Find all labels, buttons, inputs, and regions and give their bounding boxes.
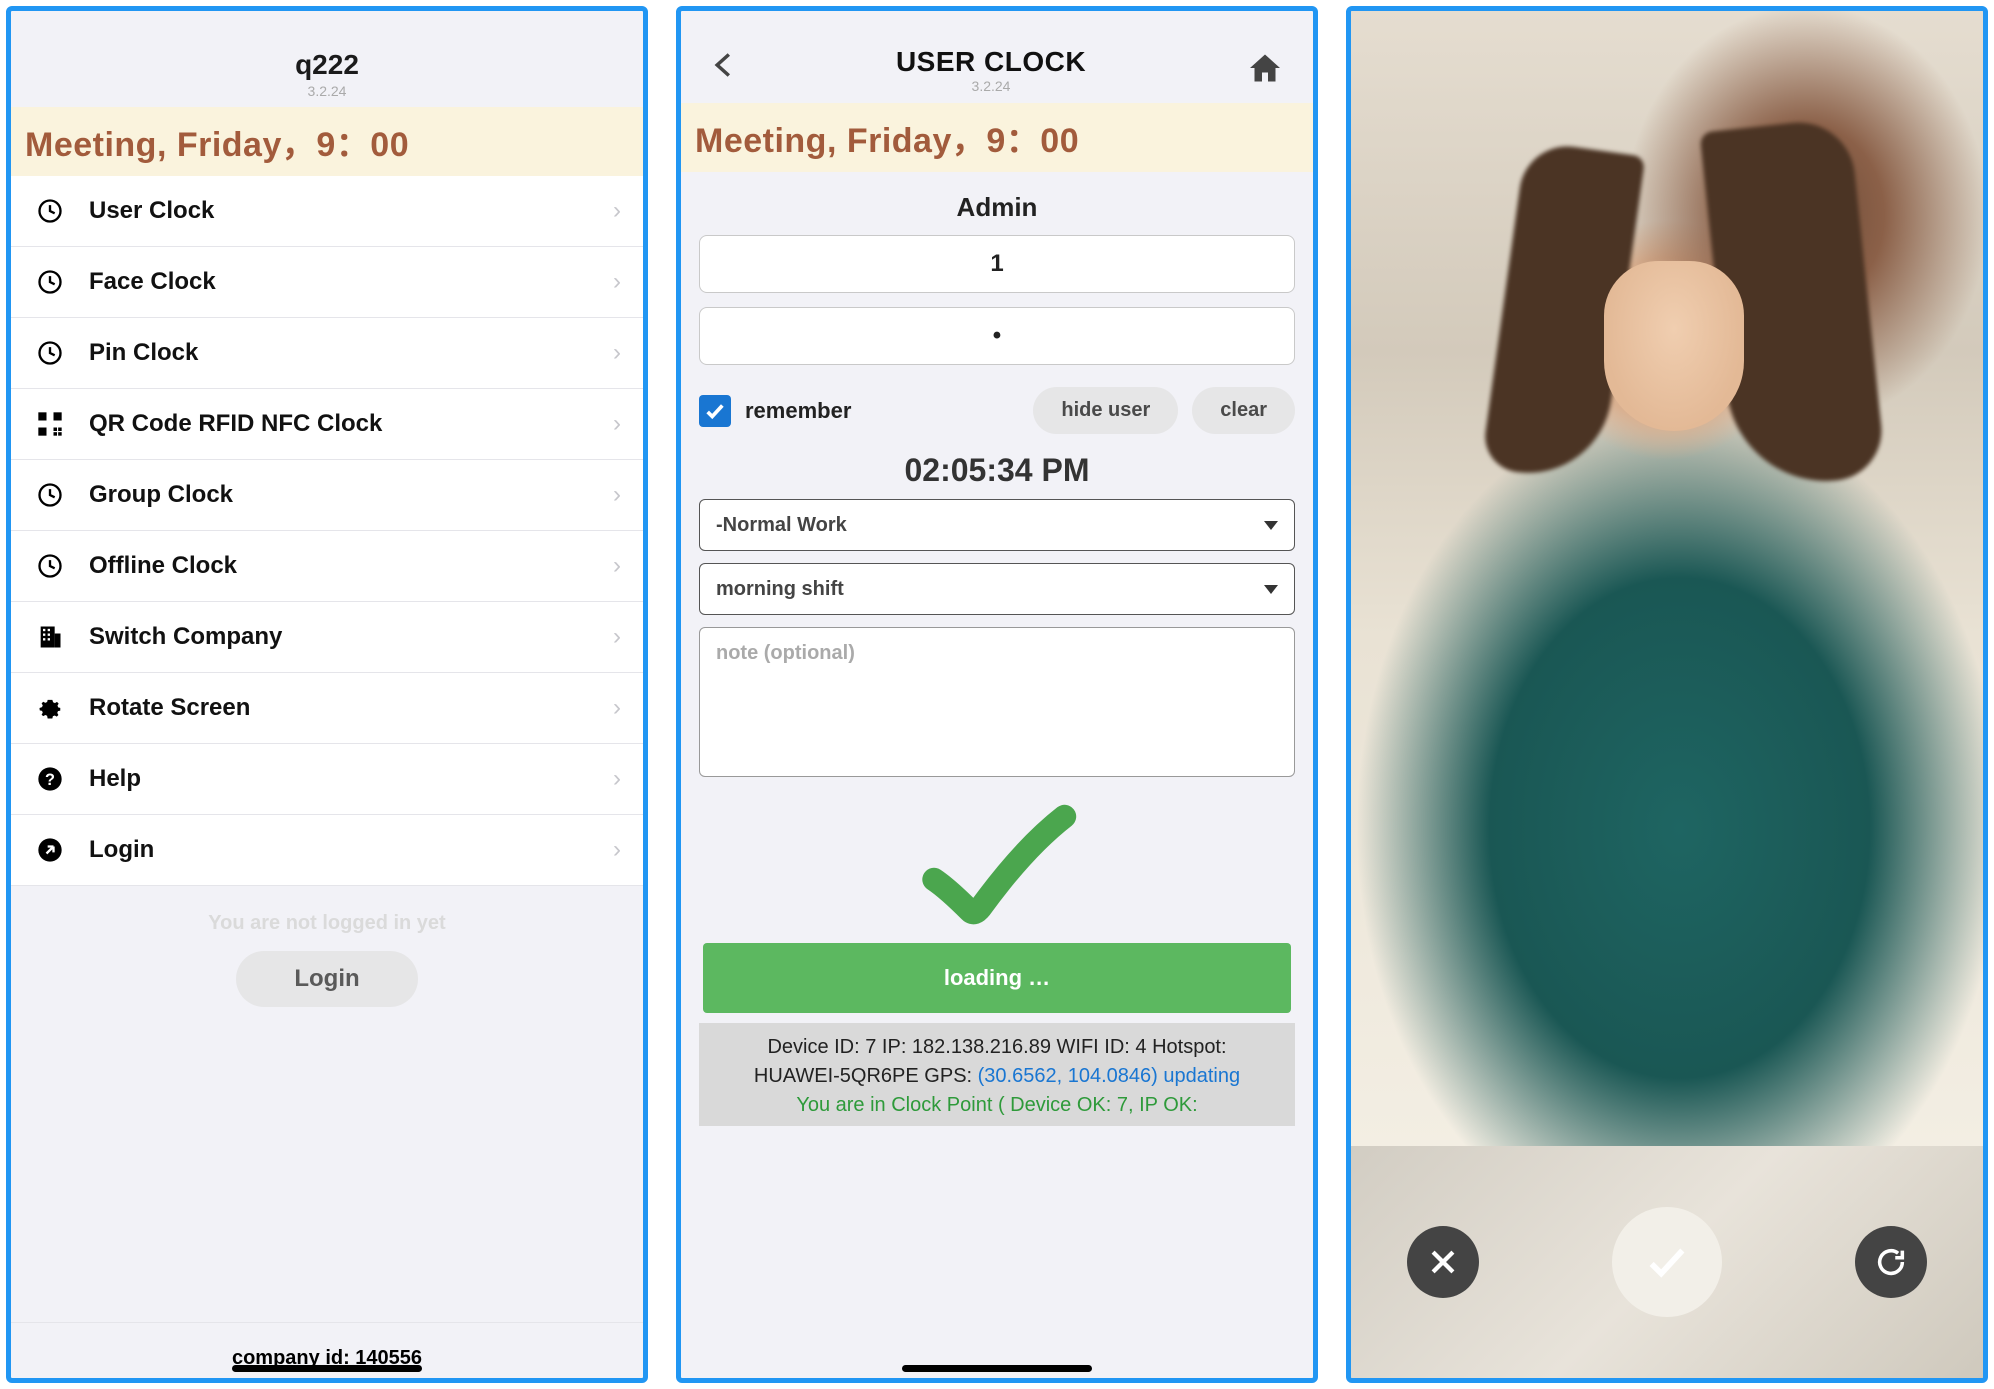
cancel-button[interactable] (1407, 1226, 1479, 1298)
chevron-right-icon: › (613, 410, 621, 438)
clockpoint-status: You are in Clock Point ( Device OK: 7, I… (713, 1091, 1281, 1120)
confirm-button[interactable] (1612, 1207, 1722, 1317)
chevron-right-icon: › (613, 836, 621, 864)
gear-icon (33, 691, 67, 725)
device-info-panel: Device ID: 7 IP: 182.138.216.89 WIFI ID:… (699, 1023, 1295, 1126)
password-input[interactable]: • (699, 307, 1295, 365)
success-check-icon (907, 791, 1087, 941)
menu-item-label: Switch Company (89, 623, 613, 651)
nav-bar: USER CLOCK 3.2.24 (681, 11, 1313, 103)
clock-icon (33, 478, 67, 512)
app-header: q222 3.2.24 (11, 11, 643, 107)
screen-face-capture (1346, 6, 1988, 1383)
menu-item-label: User Clock (89, 197, 613, 225)
qrcode-icon (33, 407, 67, 441)
app-version: 3.2.24 (11, 83, 643, 99)
menu-item-help[interactable]: ? Help› (11, 744, 643, 815)
note-placeholder: note (optional) (716, 642, 855, 664)
chevron-right-icon: › (613, 339, 621, 367)
chevron-right-icon: › (613, 694, 621, 722)
close-icon (1426, 1245, 1460, 1279)
work-type-value: -Normal Work (716, 514, 847, 537)
footer: You are not logged in yet Login (11, 886, 643, 1033)
device-hotspot: HUAWEI-5QR6PE GPS: (754, 1065, 978, 1087)
role-label: Admin (699, 192, 1295, 223)
menu-item-face-clock[interactable]: Face Clock› (11, 247, 643, 318)
chevron-down-icon (1264, 521, 1278, 530)
menu-list: User Clock›Face Clock›Pin Clock›QR Code … (11, 176, 643, 886)
chevron-right-icon: › (613, 552, 621, 580)
help-icon: ? (33, 762, 67, 796)
submit-button[interactable]: loading … (703, 943, 1291, 1013)
clear-button[interactable]: clear (1192, 387, 1295, 434)
menu-item-label: Offline Clock (89, 552, 613, 580)
menu-item-label: Login (89, 836, 613, 864)
menu-item-label: QR Code RFID NFC Clock (89, 410, 613, 438)
meeting-banner: Meeting, Friday，9：00 (681, 103, 1313, 172)
camera-preview (1351, 11, 1983, 1146)
remember-label: remember (745, 398, 1019, 424)
clock-icon (33, 194, 67, 228)
clock-icon (33, 549, 67, 583)
login-button[interactable]: Login (236, 951, 417, 1007)
clock-icon (33, 265, 67, 299)
menu-item-label: Pin Clock (89, 339, 613, 367)
hide-user-button[interactable]: hide user (1033, 387, 1178, 434)
not-logged-in-text: You are not logged in yet (11, 912, 643, 935)
menu-item-offline-clock[interactable]: Offline Clock› (11, 531, 643, 602)
refresh-icon (1874, 1245, 1908, 1279)
remember-checkbox[interactable] (699, 395, 731, 427)
arrow-circle-icon (33, 833, 67, 867)
menu-item-label: Help (89, 765, 613, 793)
chevron-right-icon: › (613, 765, 621, 793)
menu-item-label: Rotate Screen (89, 694, 613, 722)
chevron-right-icon: › (613, 197, 621, 225)
chevron-right-icon: › (613, 268, 621, 296)
menu-item-login[interactable]: Login› (11, 815, 643, 886)
device-updating: updating (1158, 1065, 1240, 1087)
retry-button[interactable] (1855, 1226, 1927, 1298)
company-id-label: company id: 140556 (11, 1322, 643, 1370)
back-button[interactable] (709, 45, 737, 95)
shift-value: morning shift (716, 578, 844, 601)
device-line-1: Device ID: 7 IP: 182.138.216.89 WIFI ID:… (767, 1036, 1226, 1058)
home-indicator (902, 1365, 1092, 1372)
work-type-select[interactable]: -Normal Work (699, 499, 1295, 551)
device-gps: (30.6562, 104.0846) (978, 1065, 1158, 1087)
svg-text:?: ? (45, 771, 55, 789)
chevron-down-icon (1264, 585, 1278, 594)
clock-icon (33, 336, 67, 370)
home-indicator (232, 1365, 422, 1372)
menu-item-user-clock[interactable]: User Clock› (11, 176, 643, 247)
chevron-right-icon: › (613, 623, 621, 651)
check-icon (1644, 1239, 1690, 1285)
screen-main-menu: q222 3.2.24 Meeting, Friday，9：00 User Cl… (6, 6, 648, 1383)
building-icon (33, 620, 67, 654)
user-input[interactable]: 1 (699, 235, 1295, 293)
note-textarea[interactable]: note (optional) (699, 627, 1295, 777)
menu-item-qr-code-rfid-nfc-clock[interactable]: QR Code RFID NFC Clock› (11, 389, 643, 460)
page-version: 3.2.24 (896, 78, 1086, 94)
screen-user-clock: USER CLOCK 3.2.24 Meeting, Friday，9：00 A… (676, 6, 1318, 1383)
chevron-right-icon: › (613, 481, 621, 509)
menu-item-label: Group Clock (89, 481, 613, 509)
capture-controls (1351, 1146, 1983, 1378)
menu-item-rotate-screen[interactable]: Rotate Screen› (11, 673, 643, 744)
home-button[interactable] (1245, 50, 1285, 91)
menu-item-switch-company[interactable]: Switch Company› (11, 602, 643, 673)
menu-item-label: Face Clock (89, 268, 613, 296)
home-icon (1245, 50, 1285, 86)
menu-item-pin-clock[interactable]: Pin Clock› (11, 318, 643, 389)
app-title: q222 (11, 49, 643, 81)
check-icon (704, 400, 726, 422)
current-time: 02:05:34 PM (699, 452, 1295, 489)
menu-item-group-clock[interactable]: Group Clock› (11, 460, 643, 531)
page-title: USER CLOCK (896, 46, 1086, 78)
shift-select[interactable]: morning shift (699, 563, 1295, 615)
meeting-banner: Meeting, Friday，9：00 (11, 107, 643, 176)
